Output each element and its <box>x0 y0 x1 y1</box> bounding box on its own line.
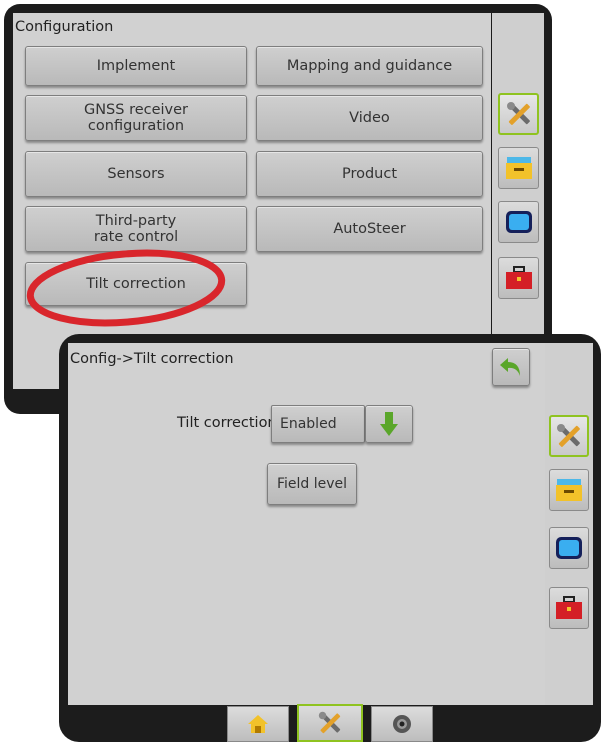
tools-tab[interactable] <box>297 704 363 742</box>
toolbox-icon[interactable] <box>549 587 589 629</box>
monitor-icon[interactable] <box>549 527 589 569</box>
camera-icon <box>393 715 411 733</box>
home-icon <box>248 715 268 733</box>
camera-tab[interactable] <box>371 706 433 742</box>
home-tab[interactable] <box>227 706 289 742</box>
console-icon[interactable] <box>549 469 589 511</box>
tilt-correction-screen: Config->Tilt correction Tilt correction … <box>59 334 601 742</box>
tilt-correction-label: Tilt correction <box>177 415 277 431</box>
field-level-button[interactable]: Field level <box>267 463 357 505</box>
tools-icon[interactable] <box>549 415 589 457</box>
tilt-correction-panel: Config->Tilt correction Tilt correction … <box>68 343 545 705</box>
tools-icon <box>318 711 341 734</box>
tilt-correction-value[interactable]: Enabled <box>271 405 365 443</box>
back-button[interactable] <box>492 348 530 386</box>
page-title: Config->Tilt correction <box>70 351 234 367</box>
side-tab-strip <box>545 343 593 705</box>
tilt-correction-dropdown-button[interactable] <box>365 405 413 443</box>
